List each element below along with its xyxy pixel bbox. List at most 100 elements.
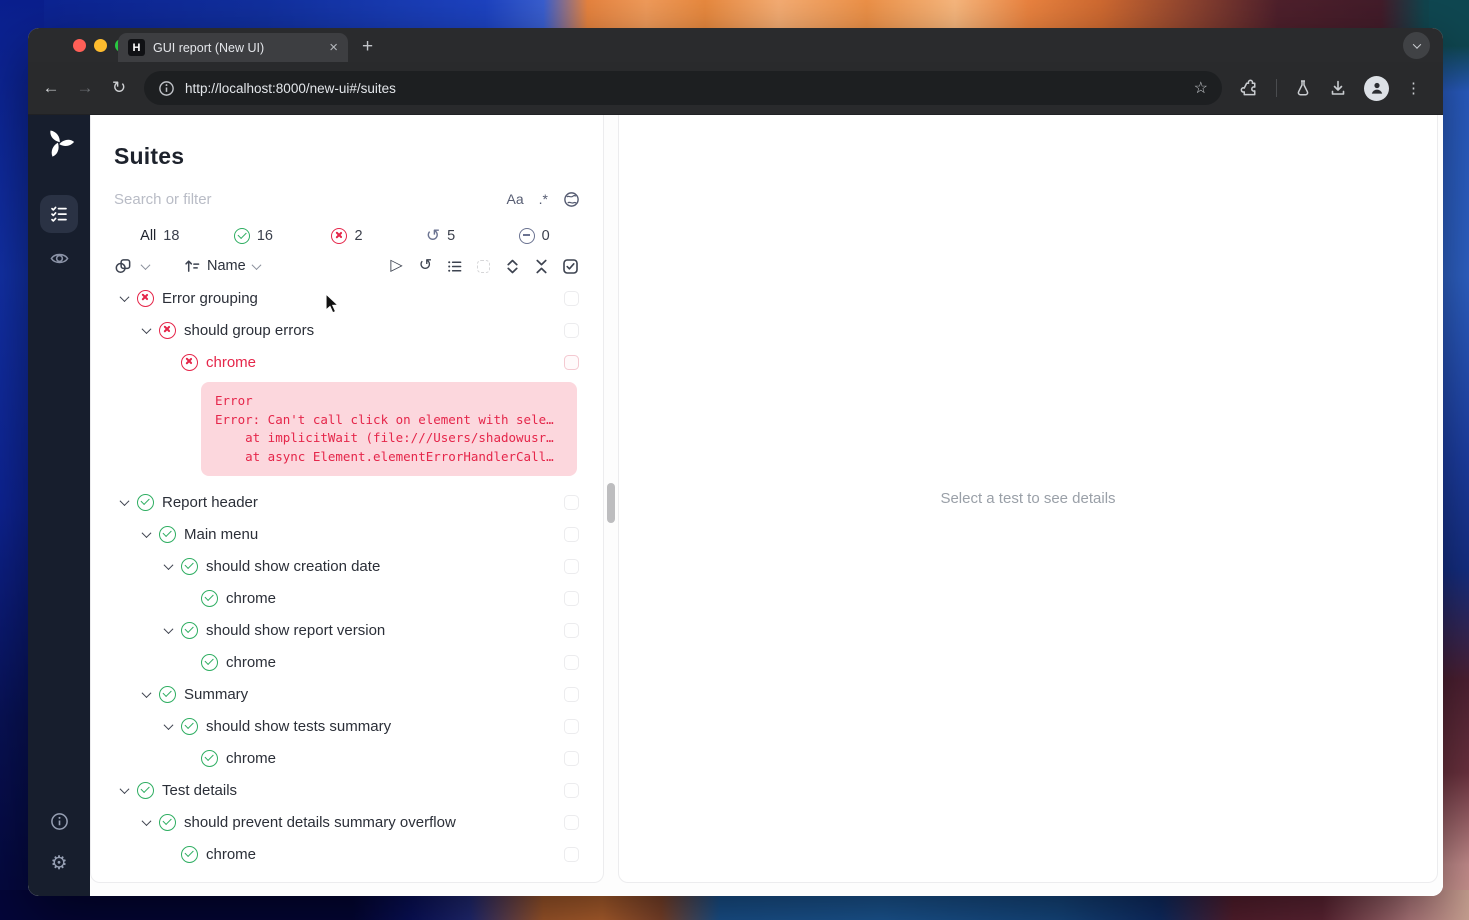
- row-checkbox[interactable]: [564, 815, 579, 830]
- tab-search-button[interactable]: [1403, 32, 1430, 59]
- sort-label: Name: [207, 258, 246, 274]
- extensions-icon[interactable]: [1240, 79, 1259, 98]
- row-checkbox[interactable]: [564, 291, 579, 306]
- experiments-flask-icon[interactable]: [1294, 79, 1312, 97]
- scrollbar-thumb[interactable]: [607, 483, 615, 523]
- passed-icon: [201, 654, 218, 671]
- info-icon: [50, 812, 69, 831]
- tree-row[interactable]: chrome: [91, 742, 603, 774]
- failed-icon: [159, 322, 176, 339]
- url-text[interactable]: http://localhost:8000/new-ui#/suites: [185, 81, 1194, 96]
- row-checkbox[interactable]: [564, 355, 579, 370]
- select-all-button[interactable]: [562, 258, 579, 275]
- chevron-down-icon[interactable]: [141, 260, 151, 270]
- tab-favicon: H: [128, 39, 145, 56]
- row-checkbox[interactable]: [564, 655, 579, 670]
- tree-row[interactable]: should prevent details summary overflow: [91, 806, 603, 838]
- new-tab-button[interactable]: +: [362, 36, 373, 58]
- globe-icon[interactable]: [563, 191, 580, 208]
- browser-tab[interactable]: H GUI report (New UI) ×: [118, 33, 348, 62]
- skipped-icon: [519, 228, 535, 244]
- row-checkbox[interactable]: [564, 751, 579, 766]
- stat-failed[interactable]: 2: [300, 227, 394, 244]
- tree-row[interactable]: Summary: [91, 678, 603, 710]
- row-checkbox[interactable]: [564, 783, 579, 798]
- row-chevron-icon[interactable]: [163, 624, 173, 634]
- sidebar-item-suites[interactable]: [40, 195, 78, 233]
- row-checkbox[interactable]: [564, 591, 579, 606]
- stat-passed[interactable]: 16: [207, 227, 301, 244]
- tree-row[interactable]: Report header: [91, 486, 603, 518]
- site-info-icon[interactable]: [158, 80, 175, 97]
- row-chevron-icon[interactable]: [141, 324, 151, 334]
- address-bar[interactable]: http://localhost:8000/new-ui#/suites ☆: [144, 71, 1222, 105]
- browsers-filter-icon[interactable]: [114, 257, 133, 275]
- row-checkbox[interactable]: [564, 623, 579, 638]
- tree-row[interactable]: Main menu: [91, 518, 603, 550]
- passed-count: 16: [257, 228, 273, 244]
- stat-skipped[interactable]: 0: [487, 227, 581, 244]
- bookmark-star-icon[interactable]: ☆: [1194, 78, 1208, 98]
- row-checkbox[interactable]: [564, 847, 579, 862]
- collapse-all-button[interactable]: [533, 258, 550, 275]
- tree-row[interactable]: should show tests summary: [91, 710, 603, 742]
- minimize-window-button[interactable]: [94, 39, 107, 52]
- sidebar-item-visual-checks[interactable]: [40, 239, 78, 277]
- passed-icon: [201, 750, 218, 767]
- tree-row[interactable]: chrome: [91, 346, 603, 378]
- stat-all[interactable]: All 18: [113, 227, 207, 244]
- page-content: ⚙ Suites Aa .*: [28, 115, 1443, 896]
- skipped-count: 0: [542, 228, 550, 244]
- all-count: 18: [163, 228, 179, 244]
- tree-row[interactable]: chrome: [91, 582, 603, 614]
- tree-row[interactable]: should show report version: [91, 614, 603, 646]
- passed-icon: [181, 718, 198, 735]
- list-view-button[interactable]: [446, 258, 463, 275]
- stat-retried[interactable]: ↺ 5: [394, 227, 488, 244]
- row-chevron-icon[interactable]: [141, 816, 151, 826]
- tree-row[interactable]: chrome: [91, 646, 603, 678]
- back-button[interactable]: ←: [34, 78, 68, 98]
- downloads-icon[interactable]: [1329, 79, 1347, 97]
- search-input[interactable]: [114, 191, 507, 208]
- run-button[interactable]: ▷: [388, 258, 405, 275]
- expand-all-button[interactable]: [504, 258, 521, 275]
- tree-row[interactable]: should show creation date: [91, 550, 603, 582]
- match-case-button[interactable]: Aa: [507, 191, 524, 207]
- passed-icon: [159, 526, 176, 543]
- close-window-button[interactable]: [73, 39, 86, 52]
- sidebar-item-settings[interactable]: ⚙: [40, 846, 78, 880]
- close-tab-icon[interactable]: ×: [329, 40, 338, 55]
- sidebar-item-info[interactable]: [40, 804, 78, 838]
- tree-row[interactable]: chrome: [91, 838, 603, 870]
- error-line: at implicitWait (file:///Users/shadowusr…: [215, 429, 563, 448]
- retry-failed-button[interactable]: ↺: [417, 258, 434, 275]
- failed-icon: [137, 290, 154, 307]
- row-chevron-icon[interactable]: [141, 528, 151, 538]
- profile-avatar[interactable]: [1364, 76, 1389, 101]
- row-chevron-icon[interactable]: [141, 688, 151, 698]
- details-panel: Select a test to see details: [618, 115, 1438, 883]
- failed-count: 2: [354, 228, 362, 244]
- row-chevron-icon[interactable]: [119, 496, 129, 506]
- tree-row[interactable]: Error grouping: [91, 282, 603, 314]
- tree-row[interactable]: should group errors: [91, 314, 603, 346]
- row-checkbox[interactable]: [564, 527, 579, 542]
- sort-button[interactable]: Name: [184, 258, 260, 274]
- row-checkbox[interactable]: [564, 687, 579, 702]
- stats-row: All 18 16 2 ↺ 5: [91, 227, 603, 244]
- row-chevron-icon[interactable]: [119, 292, 129, 302]
- row-checkbox[interactable]: [564, 719, 579, 734]
- settings-gear-icon: ⚙: [50, 852, 67, 875]
- row-chevron-icon[interactable]: [163, 560, 173, 570]
- row-checkbox[interactable]: [564, 559, 579, 574]
- forward-button[interactable]: →: [68, 78, 102, 98]
- row-checkbox[interactable]: [564, 323, 579, 338]
- reload-button[interactable]: ↻: [102, 78, 136, 98]
- row-checkbox[interactable]: [564, 495, 579, 510]
- regex-button[interactable]: .*: [539, 191, 548, 207]
- tree-row[interactable]: Test details: [91, 774, 603, 806]
- row-chevron-icon[interactable]: [119, 784, 129, 794]
- row-chevron-icon[interactable]: [163, 720, 173, 730]
- menu-dots-icon[interactable]: ⋮: [1406, 79, 1421, 97]
